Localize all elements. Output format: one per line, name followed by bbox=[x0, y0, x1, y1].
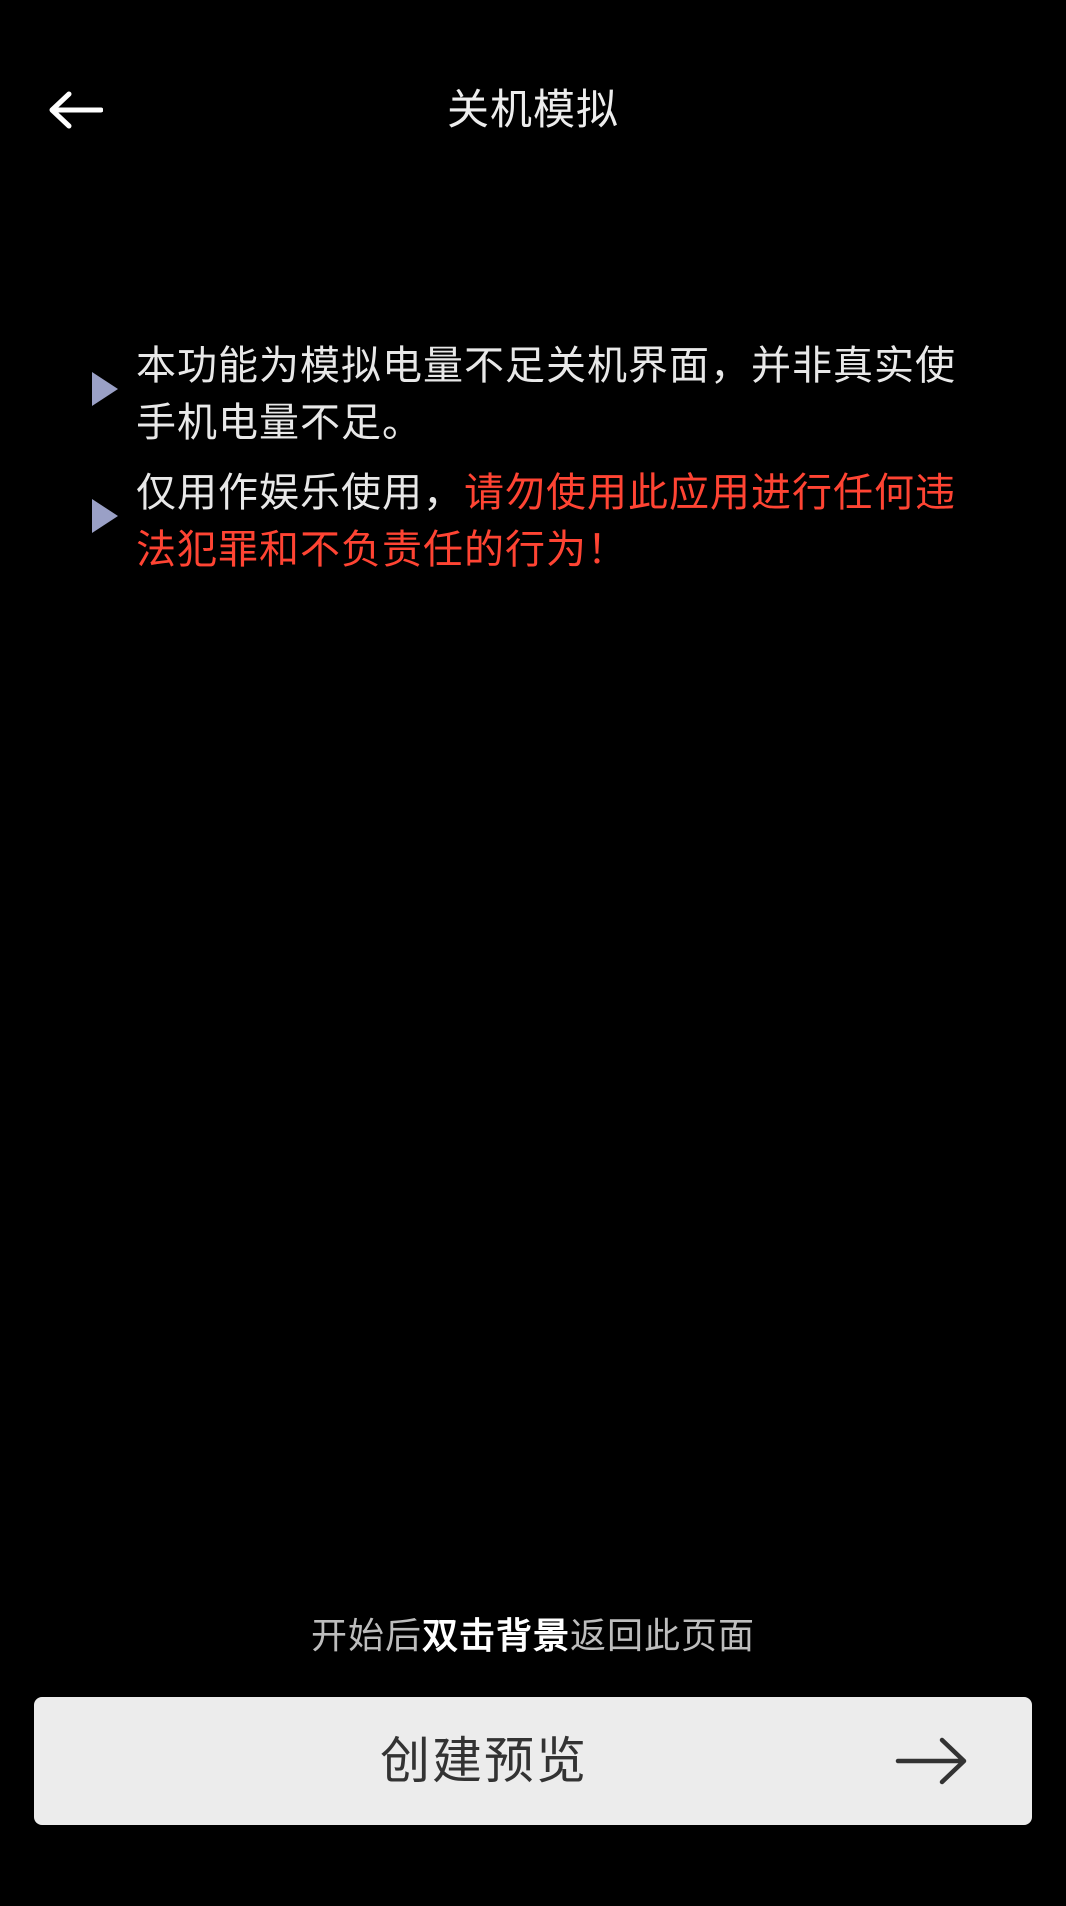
double-tap-hint: 开始后双击背景返回此页面 bbox=[0, 1612, 1066, 1662]
notice-text: 仅用作娱乐使用， bbox=[136, 470, 464, 516]
notice-item: 本功能为模拟电量不足关机界面，并非真实使手机电量不足。 bbox=[88, 338, 988, 452]
header-bar: 关机模拟 bbox=[0, 0, 1066, 220]
hint-emphasis: 双击背景 bbox=[421, 1616, 570, 1657]
notice-text: 本功能为模拟电量不足关机界面，并非真实使手机电量不足。 bbox=[136, 343, 956, 446]
notice-item: 仅用作娱乐使用，请勿使用此应用进行任何违法犯罪和不负责任的行为！ bbox=[88, 465, 988, 579]
create-preview-button[interactable]: 创建预览 bbox=[34, 1697, 1032, 1825]
arrow-right-icon bbox=[894, 1735, 970, 1787]
play-bullet-icon bbox=[92, 372, 118, 406]
notice-list: 本功能为模拟电量不足关机界面，并非真实使手机电量不足。 仅用作娱乐使用，请勿使用… bbox=[88, 338, 988, 592]
hint-prefix: 开始后 bbox=[310, 1616, 422, 1657]
hint-suffix: 返回此页面 bbox=[570, 1616, 756, 1657]
page-title: 关机模拟 bbox=[446, 85, 619, 134]
play-bullet-icon bbox=[92, 499, 118, 533]
create-preview-label: 创建预览 bbox=[380, 1732, 588, 1790]
